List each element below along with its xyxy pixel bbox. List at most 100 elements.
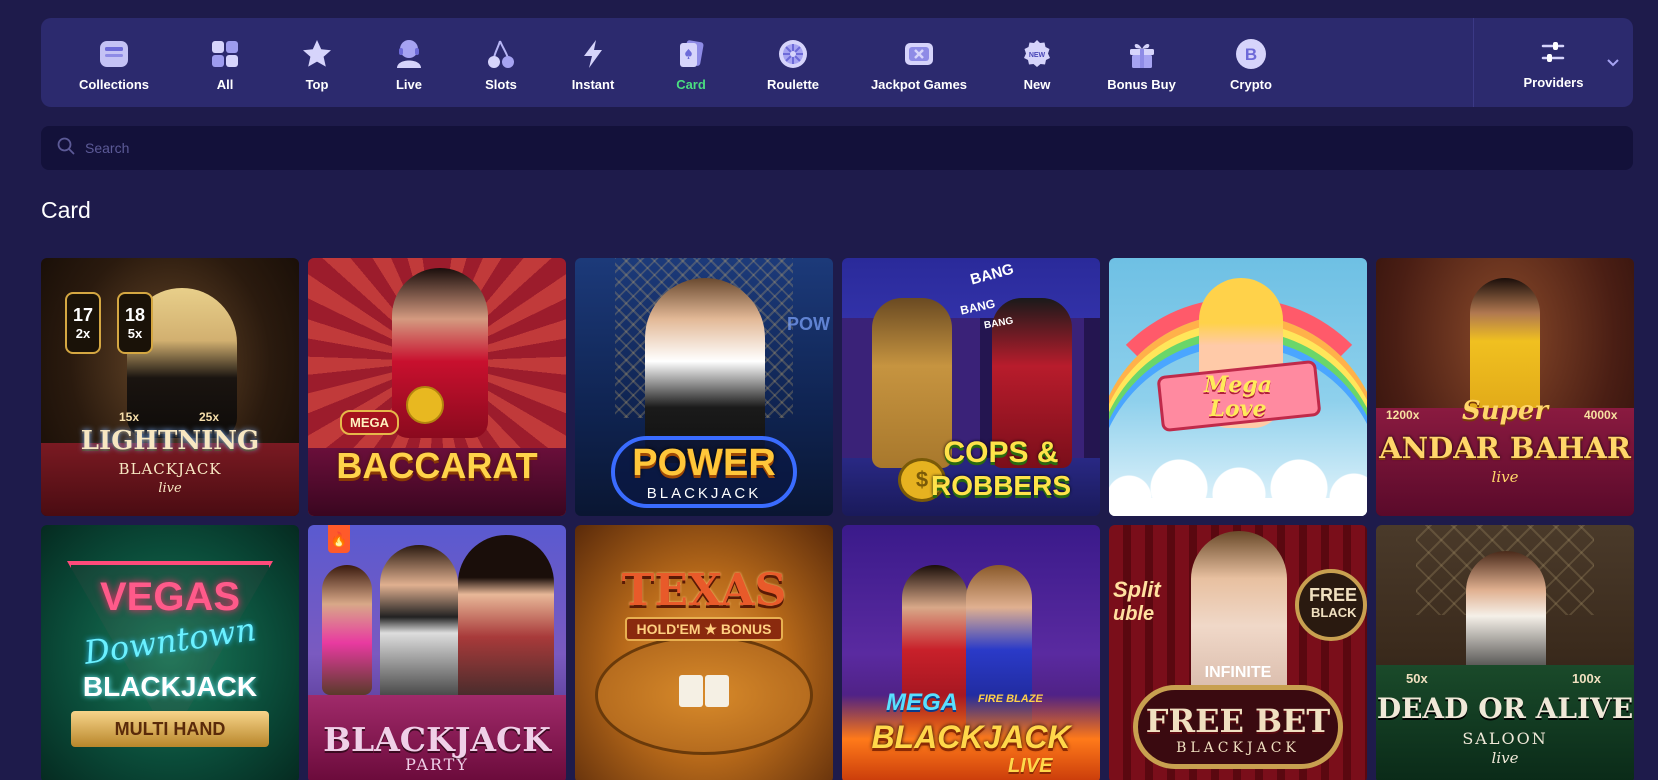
multiplier-chip: 17 2x bbox=[65, 292, 101, 354]
multiplier-label: 15x bbox=[119, 410, 140, 424]
game-tile-power-blackjack[interactable]: POW POWER BLACKJACK bbox=[575, 258, 833, 516]
section-title: Card bbox=[41, 197, 91, 223]
game-subtitle: SALOON bbox=[1462, 729, 1548, 748]
nav-item-roulette[interactable]: Roulette bbox=[743, 18, 843, 107]
sliders-icon bbox=[1536, 35, 1570, 69]
game-tile-infinite-free-bet-blackjack[interactable]: Split uble FREE BLACK INFINITE FREE BET … bbox=[1109, 525, 1367, 780]
grid-icon bbox=[208, 37, 242, 71]
playing-card bbox=[705, 675, 729, 707]
game-tile-texas-holdem-bonus[interactable]: TEXAS HOLD'EM ★ BONUS bbox=[575, 525, 833, 780]
game-tile-blackjack-party[interactable]: 🔥 BLACKJACK PARTY bbox=[308, 525, 566, 780]
chip-value: 18 bbox=[124, 305, 146, 325]
search-icon bbox=[57, 137, 75, 160]
multiplier-label: 100x bbox=[1572, 671, 1601, 686]
live-dealer-icon bbox=[392, 37, 426, 71]
nav-label: Roulette bbox=[767, 77, 819, 92]
nav-item-collections[interactable]: Collections bbox=[49, 18, 179, 107]
game-title: BACCARAT bbox=[336, 445, 538, 486]
player-figure bbox=[322, 565, 372, 695]
player-figure bbox=[458, 535, 554, 705]
nav-label: Jackpot Games bbox=[870, 77, 968, 92]
multiplier-label: 50x bbox=[1406, 671, 1428, 686]
poker-table bbox=[595, 635, 813, 755]
gift-icon bbox=[1125, 37, 1159, 71]
side-logo: FREE bbox=[1309, 585, 1358, 605]
fire-blaze-label: FIRE BLAZE bbox=[978, 693, 1043, 705]
game-tile-mega-love[interactable]: Mega Love bbox=[1109, 258, 1367, 516]
game-subtitle: BLACKJACK bbox=[118, 460, 222, 478]
game-title: BLACKJACK bbox=[323, 720, 551, 759]
game-title: Mega bbox=[1204, 372, 1272, 398]
providers-label: Providers bbox=[1523, 75, 1584, 90]
nav-label: All bbox=[216, 77, 234, 92]
nav-item-instant[interactable]: Instant bbox=[547, 18, 639, 107]
live-tag: LIVE bbox=[1008, 755, 1053, 777]
card-icon bbox=[674, 37, 708, 71]
nav-label: Top bbox=[305, 77, 329, 92]
game-title: COPS & bbox=[943, 436, 1059, 469]
game-title: BLACKJACK bbox=[871, 719, 1071, 755]
game-subtitle: BLACKJACK bbox=[82, 671, 258, 702]
game-subtitle: BLACKJACK bbox=[1176, 740, 1300, 756]
nav-item-crypto[interactable]: B Crypto bbox=[1204, 18, 1298, 107]
game-tile-mega-fire-blaze-blackjack[interactable]: MEGA FIRE BLAZE BLACKJACK LIVE bbox=[842, 525, 1100, 780]
ribbon-label: MULTI HAND bbox=[114, 718, 226, 739]
game-subtitle: ROBBERS bbox=[930, 470, 1071, 501]
game-tile-dead-or-alive-saloon[interactable]: 50x 100x DEAD OR ALIVE SALOON live bbox=[1376, 525, 1634, 780]
game-title: DEAD OR ALIVE bbox=[1376, 692, 1634, 725]
chevron-down-icon bbox=[1607, 54, 1619, 72]
game-subtitle: PARTY bbox=[405, 755, 469, 774]
nav-item-new[interactable]: NEW New bbox=[995, 18, 1079, 107]
nav-label: Card bbox=[676, 77, 706, 92]
nav-item-bonus-buy[interactable]: Bonus Buy bbox=[1079, 18, 1204, 107]
side-logo: BLACK bbox=[1311, 605, 1357, 620]
nav-item-jackpot-games[interactable]: Jackpot Games bbox=[843, 18, 995, 107]
collections-icon bbox=[97, 37, 131, 71]
svg-text:B: B bbox=[1245, 45, 1257, 64]
chip-multiplier: 5x bbox=[127, 326, 143, 341]
lightning-icon bbox=[576, 37, 610, 71]
game-tile-super-andar-bahar[interactable]: 1200x 4000x Super ANDAR BAHAR live bbox=[1376, 258, 1634, 516]
live-tag: live bbox=[1491, 749, 1519, 767]
game-title: FREE BET bbox=[1145, 702, 1331, 740]
chip-multiplier: 2x bbox=[75, 326, 91, 341]
nav-item-all[interactable]: All bbox=[179, 18, 271, 107]
star-icon bbox=[300, 37, 334, 71]
game-tile-mega-baccarat[interactable]: MEGA BACCARAT bbox=[308, 258, 566, 516]
game-subtitle: HOLD'EM ★ BONUS bbox=[636, 621, 772, 637]
game-subtitle: BLACKJACK bbox=[646, 485, 762, 502]
side-logo: POW bbox=[787, 314, 830, 334]
search-input[interactable] bbox=[85, 140, 1585, 156]
nav-item-top[interactable]: Top bbox=[271, 18, 363, 107]
game-title: VEGAS bbox=[99, 575, 241, 619]
game-tile-cops-and-robbers[interactable]: BANG BANG BANG $ COPS & ROBBERS bbox=[842, 258, 1100, 516]
ribbon-banner: MULTI HAND bbox=[71, 711, 269, 747]
nav-label: New bbox=[1023, 77, 1051, 92]
nav-item-live[interactable]: Live bbox=[363, 18, 455, 107]
live-tag: live bbox=[1491, 468, 1519, 486]
player-figure bbox=[380, 545, 458, 705]
nav-item-card[interactable]: Card bbox=[639, 18, 743, 107]
dealer-figure bbox=[1466, 551, 1546, 681]
game-title-prefix: Super bbox=[1461, 396, 1549, 426]
multiplier-chip: 18 5x bbox=[117, 292, 153, 354]
nav-label: Crypto bbox=[1230, 77, 1272, 92]
multiplier-label: 25x bbox=[199, 410, 220, 424]
live-tag: live bbox=[158, 481, 182, 496]
clouds bbox=[1109, 458, 1367, 516]
bitcoin-icon: B bbox=[1234, 37, 1268, 71]
cherry-icon bbox=[484, 37, 518, 71]
nav-item-slots[interactable]: Slots bbox=[455, 18, 547, 107]
game-tile-vegas-downtown-blackjack[interactable]: VEGAS Downtown BLACKJACK MULTI HAND bbox=[41, 525, 299, 780]
game-title: POWER bbox=[632, 442, 776, 484]
side-text: uble bbox=[1113, 603, 1155, 625]
providers-filter-button[interactable]: Providers bbox=[1473, 18, 1633, 107]
jackpot-icon bbox=[902, 37, 936, 71]
game-title: LIGHTNING bbox=[80, 426, 260, 456]
category-navbar: Collections All Top Live Slots Instant C… bbox=[41, 18, 1633, 107]
game-title-prefix: INFINITE bbox=[1204, 664, 1272, 681]
game-title: ANDAR BAHAR bbox=[1379, 431, 1631, 465]
mega-badge: MEGA bbox=[340, 410, 399, 435]
game-tile-lightning-blackjack[interactable]: 17 2x 18 5x 15x 25x LIGHTNING BLACKJACK … bbox=[41, 258, 299, 516]
baccarat-token bbox=[406, 386, 444, 424]
